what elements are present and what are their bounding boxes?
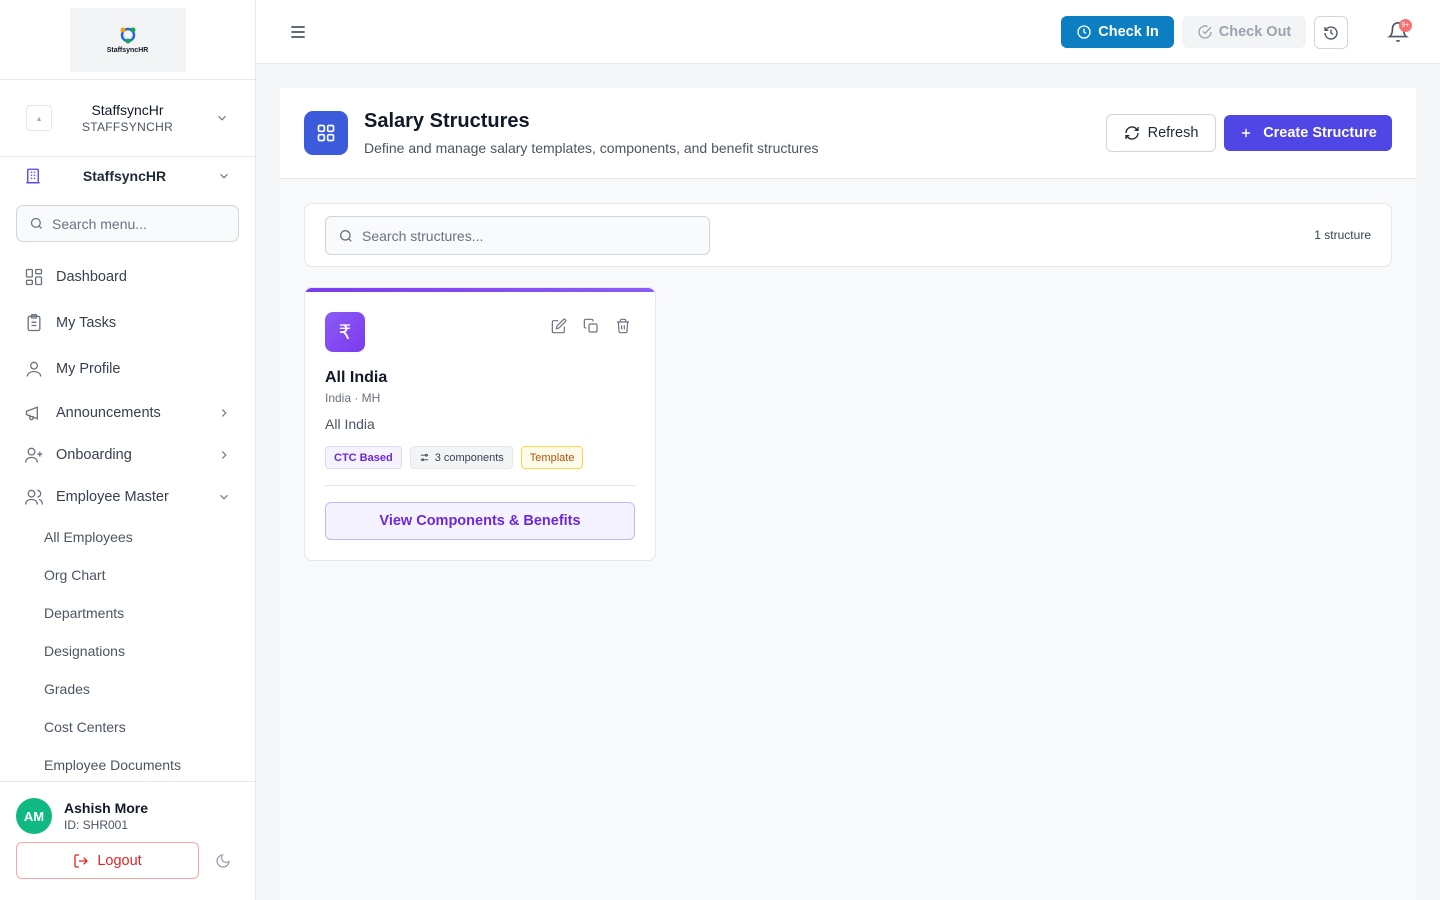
chevron-right-icon: [221, 409, 227, 417]
sidebar-subitem-org-chart[interactable]: Org Chart: [0, 556, 255, 594]
company-selector[interactable]: StaffsyncHR: [0, 157, 255, 195]
org-name: StaffsyncHr: [91, 102, 164, 118]
topbar: Check In Check Out 9+: [256, 0, 1440, 64]
user-footer: AM Ashish More ID: SHR001 Logout: [0, 781, 255, 900]
check-out-button[interactable]: Check Out: [1182, 16, 1306, 48]
structure-card[interactable]: ₹ All India India · MH All India CTC Bas…: [304, 287, 656, 561]
user-icon: [26, 361, 42, 377]
structure-description: All India: [325, 416, 375, 432]
edit-icon[interactable]: [551, 318, 567, 334]
page-subtitle: Define and manage salary templates, comp…: [364, 140, 819, 156]
brand-logo[interactable]: StaffsyncHR: [69, 7, 186, 72]
sidebar-item-my-profile[interactable]: My Profile: [0, 346, 255, 392]
org-thumbnail: ▴: [26, 105, 52, 131]
check-circle-icon: [1198, 25, 1212, 39]
menu-search-placeholder: Search menu...: [52, 215, 147, 232]
notification-badge: 9+: [1399, 19, 1412, 32]
create-structure-button[interactable]: Create Structure: [1224, 115, 1392, 151]
sidebar-item-announcements[interactable]: Announcements: [0, 392, 255, 434]
logout-icon: [74, 853, 89, 868]
sidebar-subitem-departments[interactable]: Departments: [0, 594, 255, 632]
dashboard-icon: [25, 268, 43, 286]
structure-search-input[interactable]: Search structures...: [325, 216, 710, 255]
company-name: StaffsyncHR: [82, 168, 167, 184]
logo-area: StaffsyncHR: [0, 0, 255, 80]
sidebar-item-dashboard[interactable]: Dashboard: [0, 254, 255, 300]
sidebar-item-label: My Tasks: [56, 315, 117, 331]
sidebar-nav: Dashboard My Tasks My Profile Announceme…: [0, 254, 255, 784]
sidebar-item-label: Employee Master: [56, 489, 169, 505]
sidebar-subitem-employee-documents[interactable]: Employee Documents: [0, 746, 255, 784]
chevron-down-icon: [220, 494, 228, 500]
chevron-right-icon: [221, 451, 227, 459]
sidebar-item-label: Announcements: [56, 405, 161, 421]
history-button[interactable]: [1314, 16, 1348, 49]
check-out-label: Check Out: [1218, 24, 1292, 40]
org-switcher[interactable]: ▴ StaffsyncHr STAFFSYNCHR: [0, 80, 255, 157]
grid-icon: [304, 111, 348, 155]
user-plus-icon: [25, 447, 43, 463]
building-icon: [26, 168, 40, 184]
sidebar-item-employee-master[interactable]: Employee Master: [0, 476, 255, 518]
clock-icon: [1077, 25, 1091, 39]
plus-icon: [1242, 128, 1251, 138]
refresh-button[interactable]: Refresh: [1106, 114, 1216, 152]
sidebar-item-label: Onboarding: [56, 447, 132, 463]
sidebar-subitem-grades[interactable]: Grades: [0, 670, 255, 708]
structure-search-placeholder: Search structures...: [362, 227, 484, 244]
card-accent-bar: [305, 288, 655, 292]
sidebar-subitem-all-employees[interactable]: All Employees: [0, 518, 255, 556]
structure-count: 1 structure: [1314, 228, 1371, 242]
search-icon: [30, 217, 42, 229]
refresh-icon: [1124, 126, 1139, 140]
user-name: Ashish More: [64, 800, 149, 816]
users-icon: [25, 489, 43, 505]
card-divider: [325, 485, 636, 486]
sidebar: StaffsyncHR ▴ StaffsyncHr STAFFSYNCHR St…: [0, 0, 256, 900]
megaphone-icon: [25, 406, 38, 421]
logout-button[interactable]: Logout: [16, 842, 199, 879]
tag-components: 3 components: [409, 446, 513, 469]
page-title: Salary Structures: [364, 110, 530, 132]
history-icon: [1324, 25, 1338, 40]
check-in-button[interactable]: Check In: [1061, 16, 1174, 48]
search-icon: [340, 229, 352, 242]
moon-icon[interactable]: [215, 853, 231, 869]
user-id: ID: SHR001: [64, 818, 129, 832]
sidebar-item-onboarding[interactable]: Onboarding: [0, 434, 255, 476]
sidebar-subitem-cost-centers[interactable]: Cost Centers: [0, 708, 255, 746]
logo-text: StaffsyncHR: [106, 47, 149, 54]
clipboard-icon: [27, 314, 41, 332]
org-code: STAFFSYNCHR: [81, 120, 174, 134]
menu-search-input[interactable]: Search menu...: [16, 205, 239, 242]
search-bar-card: Search structures... 1 structure: [304, 203, 1392, 267]
logout-label: Logout: [97, 852, 142, 869]
tag-ctc-based: CTC Based: [325, 446, 402, 469]
chevron-down-icon: [220, 173, 228, 179]
logo-icon: [120, 27, 135, 44]
refresh-label: Refresh: [1147, 125, 1199, 141]
rupee-icon: ₹: [325, 312, 365, 352]
structure-location: India · MH: [325, 391, 381, 405]
menu-icon[interactable]: [288, 22, 308, 42]
view-components-button[interactable]: View Components & Benefits: [325, 502, 635, 540]
chevron-down-icon: [218, 115, 226, 121]
tag-components-label: 3 components: [434, 451, 504, 464]
sidebar-item-label: My Profile: [56, 361, 121, 377]
trash-icon[interactable]: [615, 318, 631, 334]
create-structure-label: Create Structure: [1263, 125, 1377, 141]
sliders-icon: [420, 453, 428, 462]
sidebar-subitem-designations[interactable]: Designations: [0, 632, 255, 670]
copy-icon[interactable]: [583, 318, 599, 334]
sidebar-item-label: Dashboard: [56, 269, 127, 285]
avatar[interactable]: AM: [16, 798, 52, 834]
sidebar-item-my-tasks[interactable]: My Tasks: [0, 300, 255, 346]
page-header: Salary Structures Define and manage sala…: [280, 88, 1416, 179]
check-in-label: Check In: [1098, 24, 1159, 40]
tag-template: Template: [520, 446, 584, 469]
structure-name: All India: [325, 369, 388, 386]
